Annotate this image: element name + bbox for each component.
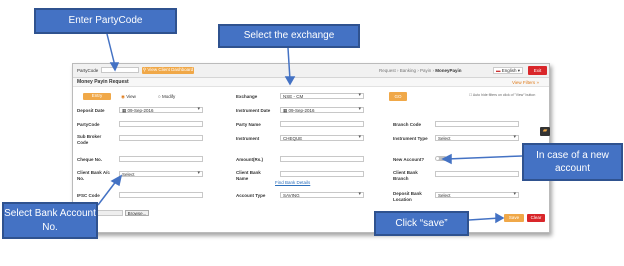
arrow-bank-account bbox=[97, 179, 118, 206]
callout-select-exchange: Select the exchange bbox=[218, 24, 360, 48]
callout-click-save: Click “save” bbox=[374, 211, 469, 236]
callout-enter-partycode: Enter PartyCode bbox=[34, 8, 177, 34]
callout-select-bank-account: Select Bank Account No. bbox=[2, 202, 98, 239]
arrow-exchange bbox=[287, 47, 291, 81]
arrow-partycode bbox=[106, 33, 116, 67]
arrow-new-account bbox=[446, 155, 523, 160]
arrow-save-head bbox=[495, 212, 505, 224]
callout-new-account: In case of a new account bbox=[522, 143, 623, 181]
arrow-new-account-head bbox=[441, 153, 452, 165]
arrow-exchange-head bbox=[284, 76, 296, 86]
arrow-partycode-head bbox=[109, 62, 120, 72]
